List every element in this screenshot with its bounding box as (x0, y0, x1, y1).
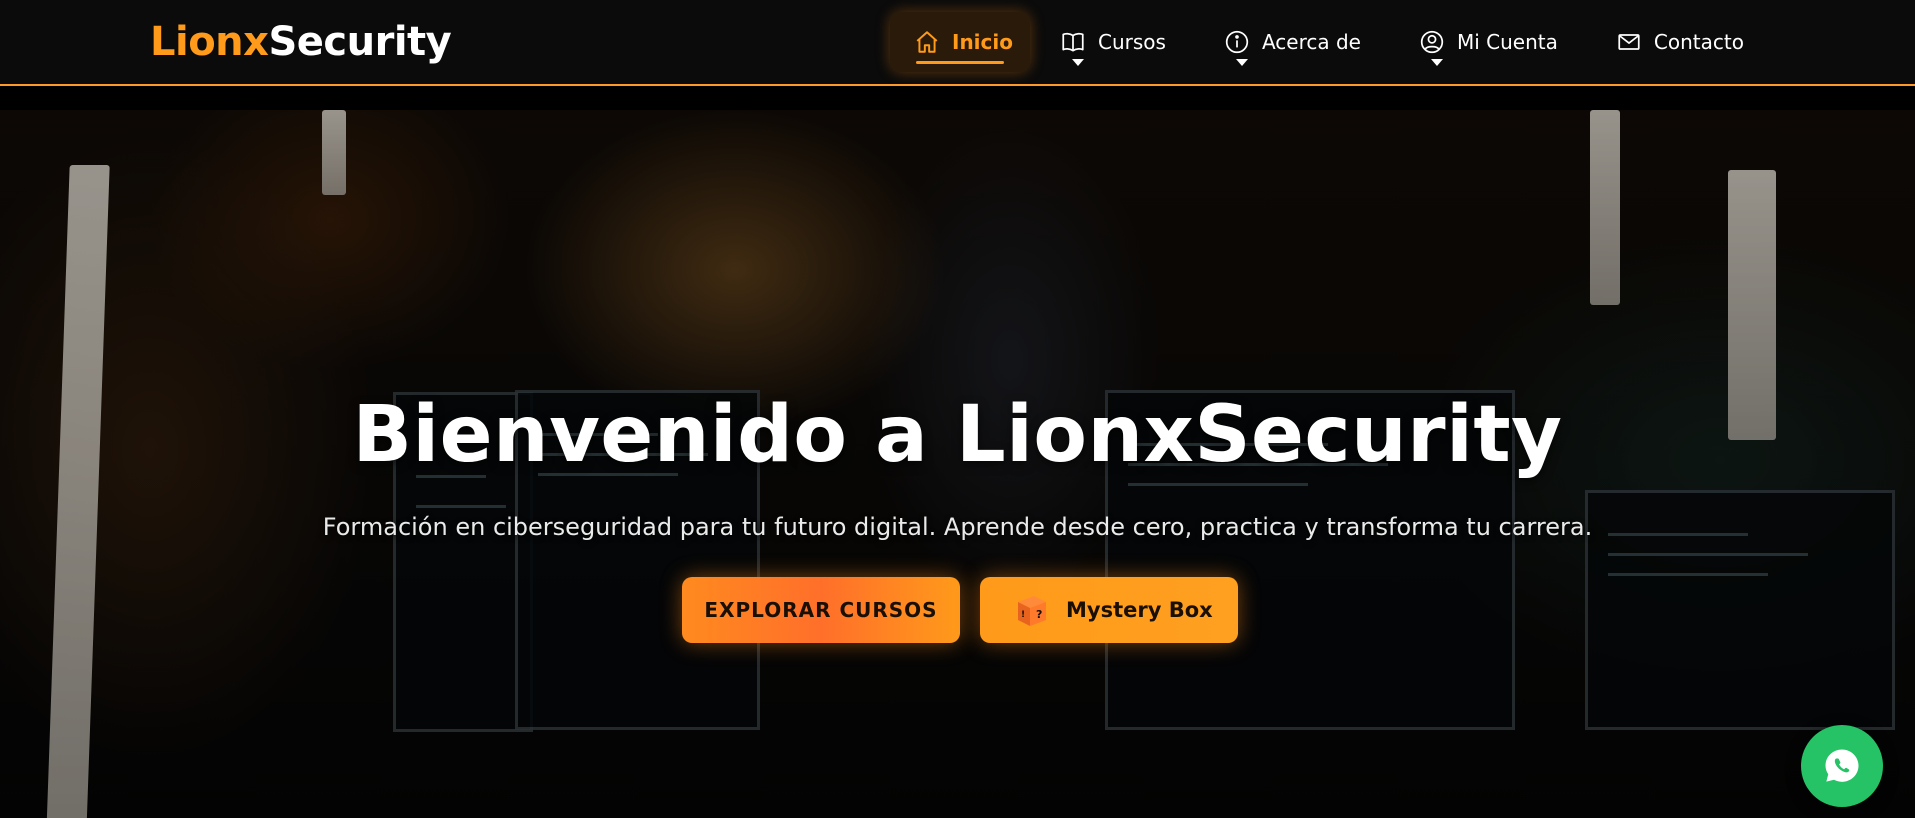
nav-item-cursos[interactable]: Cursos (1060, 12, 1166, 72)
chevron-down-icon (1430, 59, 1443, 66)
svg-text:?: ? (1036, 608, 1042, 621)
user-icon (1419, 29, 1445, 55)
explore-courses-button[interactable]: EXPLORAR CURSOS (682, 577, 960, 643)
nav-item-contacto[interactable]: Contacto (1616, 12, 1744, 72)
top-navbar: LionxSecurity Inicio Cursos Acerca de Mi… (0, 0, 1915, 86)
nav-item-label: Inicio (952, 30, 1013, 54)
info-icon (1224, 29, 1250, 55)
mystery-box-label: Mystery Box (1066, 598, 1213, 622)
nav-item-label: Acerca de (1261, 30, 1361, 54)
mystery-box-icon: ? ! (1012, 590, 1052, 630)
nav-item-inicio[interactable]: Inicio (890, 12, 1030, 72)
chevron-down-icon (1235, 59, 1248, 66)
brand-logo-rest: Security (268, 19, 452, 65)
svg-text:!: ! (1021, 610, 1025, 620)
nav-item-label: Cursos (1098, 30, 1166, 54)
nav-item-label: Contacto (1653, 30, 1744, 54)
brand-logo-accent: Lionx (150, 19, 269, 65)
nav-item-acerca[interactable]: Acerca de (1224, 12, 1361, 72)
nav-item-label: Mi Cuenta (1456, 30, 1558, 54)
explore-courses-label: EXPLORAR CURSOS (704, 598, 938, 622)
book-icon (1060, 29, 1086, 55)
hero-subtitle: Formación en ciberseguridad para tu futu… (322, 513, 1593, 541)
main-nav: Inicio Cursos Acerca de Mi Cuenta Contac… (890, 12, 1744, 72)
nav-item-mi-cuenta[interactable]: Mi Cuenta (1419, 12, 1558, 72)
whatsapp-button[interactable] (1801, 725, 1883, 807)
home-icon (914, 29, 940, 55)
hero-title: Bienvenido a LionxSecurity (352, 390, 1563, 480)
mystery-box-button[interactable]: ? ! Mystery Box (980, 577, 1238, 643)
envelope-icon (1616, 29, 1642, 55)
brand-logo[interactable]: LionxSecurity (150, 18, 452, 66)
chevron-down-icon (1072, 59, 1084, 66)
whatsapp-icon (1825, 749, 1859, 782)
